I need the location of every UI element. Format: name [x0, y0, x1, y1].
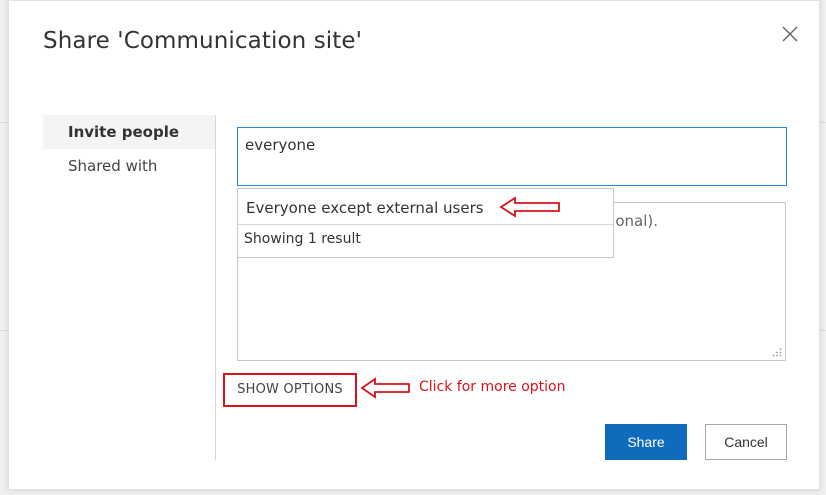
share-dialog: Share 'Communication site' Invite people…: [8, 0, 820, 490]
close-icon: [782, 26, 798, 42]
annotation-arrow-icon: [499, 196, 560, 218]
nav-divider: [215, 115, 216, 460]
nav-item-shared-with[interactable]: Shared with: [43, 149, 216, 183]
background-divider: [0, 122, 8, 123]
background-divider: [0, 330, 8, 331]
nav-item-invite-people[interactable]: Invite people: [43, 115, 216, 149]
background-divider: [820, 122, 826, 123]
show-options-button[interactable]: SHOW OPTIONS: [223, 373, 357, 407]
close-button[interactable]: [779, 23, 801, 45]
cancel-button[interactable]: Cancel: [705, 424, 787, 460]
resize-grip-icon[interactable]: [772, 347, 782, 357]
annotation-text: Click for more option: [419, 379, 566, 395]
dialog-title: Share 'Communication site': [43, 28, 363, 54]
suggestion-count: Showing 1 result: [244, 231, 361, 247]
background-divider: [820, 330, 826, 331]
dialog-nav: Invite people Shared with: [43, 115, 216, 183]
annotation-arrow-icon: [360, 377, 410, 399]
share-button[interactable]: Share: [605, 424, 687, 460]
people-picker-input[interactable]: everyone: [237, 127, 787, 186]
